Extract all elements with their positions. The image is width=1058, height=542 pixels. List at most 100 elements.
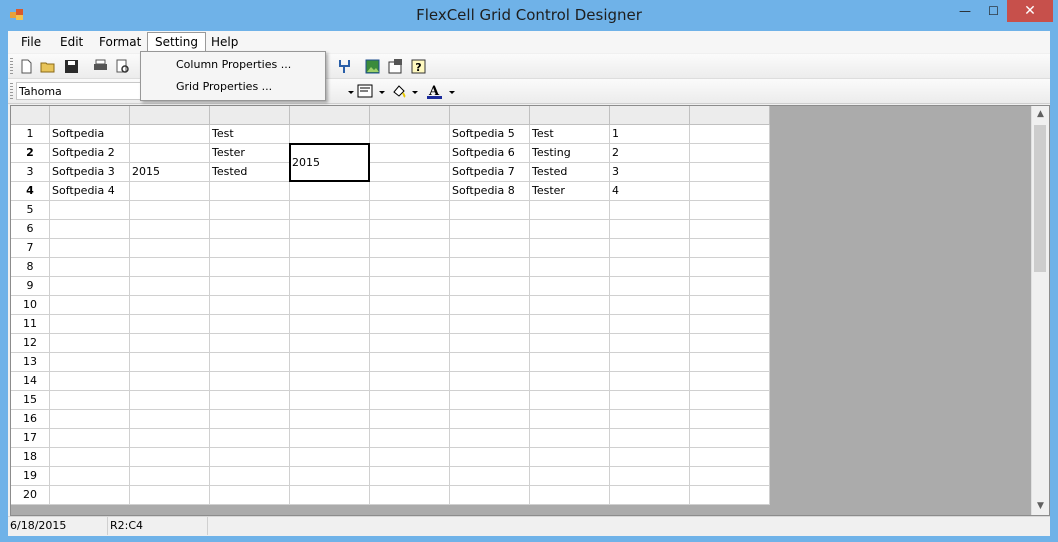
row-header[interactable]: 3 (11, 163, 50, 182)
grid-cell[interactable] (50, 239, 130, 258)
grid-cell[interactable] (290, 429, 370, 448)
grid-cell[interactable] (370, 182, 450, 201)
grid-cell[interactable] (530, 467, 610, 486)
grid-cell[interactable] (530, 220, 610, 239)
grid-cell[interactable]: Tester (530, 182, 610, 201)
row-header[interactable]: 5 (11, 201, 50, 220)
grid-cell[interactable] (450, 486, 530, 505)
row-header[interactable]: 8 (11, 258, 50, 277)
grid-cell[interactable]: Tested (210, 163, 290, 182)
fill-color-icon[interactable] (390, 83, 407, 100)
grid-cell[interactable] (450, 258, 530, 277)
row-header[interactable]: 10 (11, 296, 50, 315)
grid-cell[interactable]: Testing (530, 144, 610, 163)
grid-cell[interactable] (530, 486, 610, 505)
scroll-down-icon[interactable]: ▼ (1032, 498, 1049, 515)
grid-cell[interactable] (50, 201, 130, 220)
grid-cell[interactable] (610, 239, 690, 258)
grid-cell[interactable] (50, 486, 130, 505)
save-icon[interactable] (63, 58, 80, 75)
menu-help[interactable]: Help (204, 33, 245, 52)
close-button[interactable]: ✕ (1007, 0, 1053, 22)
grid-cell[interactable] (610, 372, 690, 391)
grid-cell[interactable] (690, 315, 770, 334)
grid-cell[interactable] (370, 334, 450, 353)
grid-cell[interactable] (130, 220, 210, 239)
grid-cell[interactable] (370, 201, 450, 220)
grid-cell[interactable] (290, 448, 370, 467)
grid-cell[interactable] (530, 410, 610, 429)
grid-cell[interactable] (130, 239, 210, 258)
grid-cell[interactable] (450, 410, 530, 429)
grid-cell[interactable] (450, 467, 530, 486)
grid-cell[interactable]: Softpedia 4 (50, 182, 130, 201)
grid-cell[interactable] (50, 429, 130, 448)
grid-cell[interactable]: Softpedia 5 (450, 125, 530, 144)
column-header[interactable] (450, 106, 530, 125)
grid-cell[interactable] (370, 486, 450, 505)
grid-cell[interactable] (290, 258, 370, 277)
menu-edit[interactable]: Edit (53, 33, 90, 52)
grid-cell[interactable] (610, 391, 690, 410)
print-icon[interactable] (92, 58, 109, 75)
menu-item-grid-properties[interactable]: Grid Properties ... (141, 76, 325, 98)
print-preview-icon[interactable] (114, 58, 131, 75)
column-header[interactable] (50, 106, 130, 125)
open-icon[interactable] (40, 58, 57, 75)
column-header[interactable] (370, 106, 450, 125)
row-header[interactable]: 17 (11, 429, 50, 448)
grid-cell[interactable] (370, 125, 450, 144)
row-header[interactable]: 18 (11, 448, 50, 467)
grid-cell[interactable] (290, 125, 370, 144)
row-header[interactable]: 4 (11, 182, 50, 201)
font-name-combo[interactable]: Tahoma (16, 82, 146, 100)
new-icon[interactable] (18, 58, 35, 75)
grid-cell[interactable] (290, 334, 370, 353)
column-header[interactable] (290, 106, 370, 125)
grid-cell[interactable]: 4 (610, 182, 690, 201)
grid-cell[interactable] (450, 296, 530, 315)
grid-cell[interactable]: 1 (610, 125, 690, 144)
grid-cell[interactable] (690, 182, 770, 201)
selected-cell[interactable]: 2015 (289, 143, 370, 182)
maximize-button[interactable]: ☐ (980, 0, 1007, 22)
grid-cell[interactable] (610, 448, 690, 467)
grid-cell[interactable] (210, 410, 290, 429)
grid-cell[interactable] (450, 315, 530, 334)
grid-cell[interactable] (130, 353, 210, 372)
grid-cell[interactable] (530, 448, 610, 467)
grid-cell[interactable] (370, 410, 450, 429)
column-header[interactable] (610, 106, 690, 125)
grid-cell[interactable] (290, 391, 370, 410)
grid-cell[interactable] (370, 429, 450, 448)
grid-cell[interactable] (370, 467, 450, 486)
grid-cell[interactable] (610, 486, 690, 505)
grid-cell[interactable] (210, 201, 290, 220)
row-header[interactable]: 16 (11, 410, 50, 429)
grid-cell[interactable] (290, 277, 370, 296)
toolbar-grip[interactable] (10, 58, 13, 74)
grid-cell[interactable] (50, 220, 130, 239)
grid-cell[interactable] (210, 353, 290, 372)
grid-cell[interactable] (610, 220, 690, 239)
grid-cell[interactable]: 2015 (130, 163, 210, 182)
grid-cell[interactable] (50, 334, 130, 353)
grid-cell[interactable] (50, 467, 130, 486)
grid-cell[interactable] (690, 220, 770, 239)
grid-cell[interactable] (290, 201, 370, 220)
grid-cell[interactable] (690, 353, 770, 372)
grid-cell[interactable] (690, 467, 770, 486)
grid-cell[interactable] (290, 220, 370, 239)
grid-cell[interactable] (690, 163, 770, 182)
grid-cell[interactable] (610, 201, 690, 220)
grid-cell[interactable] (610, 334, 690, 353)
column-header[interactable] (130, 106, 210, 125)
grid-cell[interactable] (370, 315, 450, 334)
grid-cell[interactable] (530, 429, 610, 448)
grid-cell[interactable] (450, 353, 530, 372)
grid-cell[interactable] (290, 296, 370, 315)
dropdown-arrow-icon[interactable] (408, 83, 425, 100)
grid-cell[interactable] (370, 144, 450, 163)
grid-cell[interactable] (130, 334, 210, 353)
grid-cell[interactable] (690, 125, 770, 144)
